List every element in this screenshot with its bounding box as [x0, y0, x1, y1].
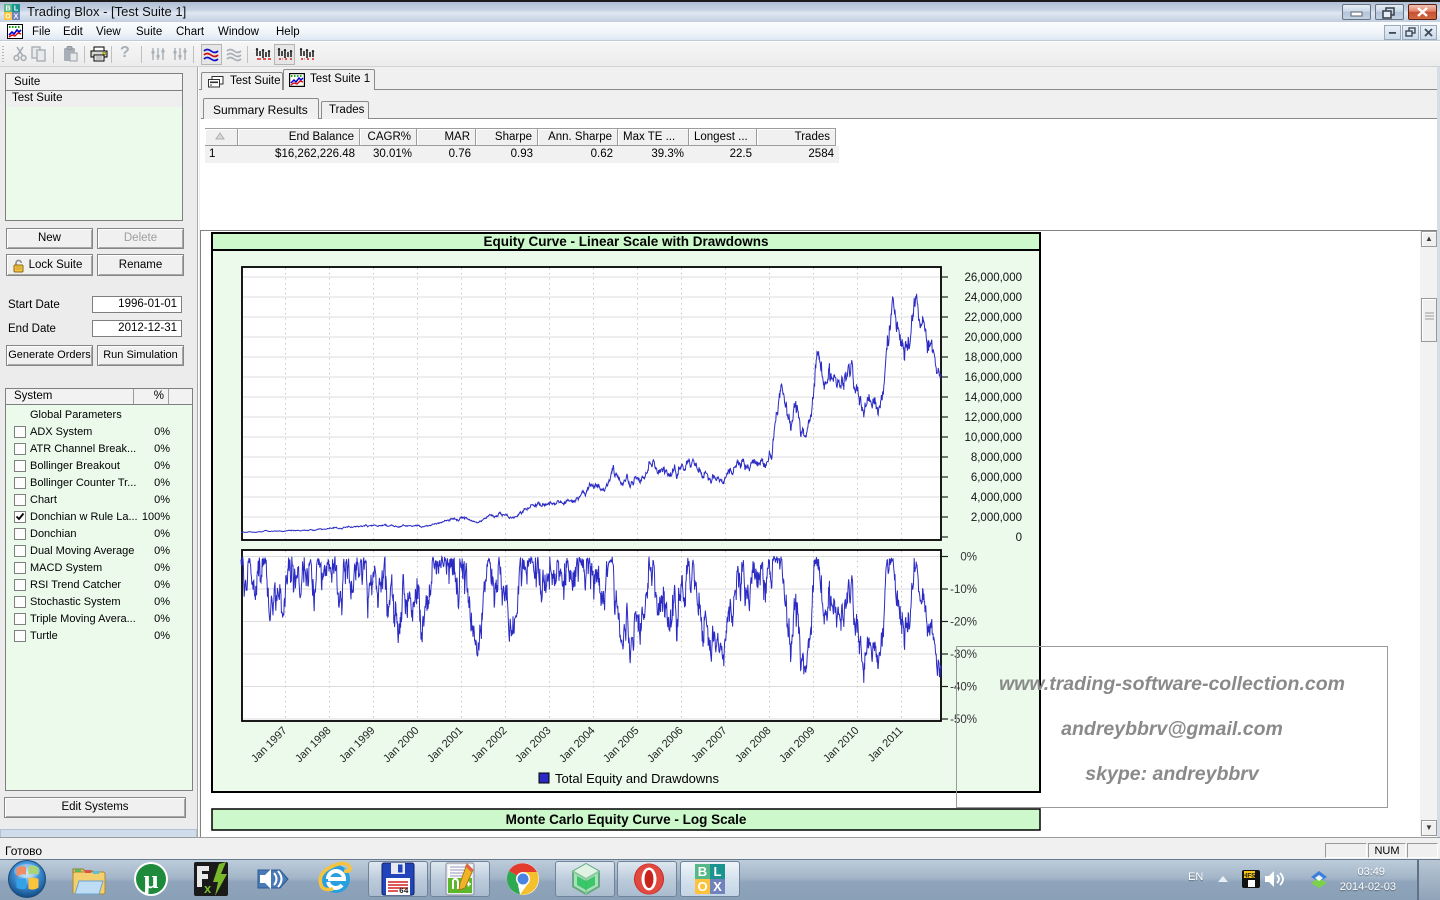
svg-text:18,000,000: 18,000,000: [964, 352, 1022, 364]
svg-text:8,000,000: 8,000,000: [971, 452, 1022, 464]
svg-text:µ: µ: [144, 865, 159, 894]
svg-text:6,000,000: 6,000,000: [971, 472, 1022, 484]
svg-text:-20%: -20%: [950, 617, 977, 629]
svg-text:14,000,000: 14,000,000: [964, 392, 1022, 404]
svg-text:0%: 0%: [960, 552, 977, 564]
svg-text:4,000,000: 4,000,000: [971, 492, 1022, 504]
svg-text:2,000,000: 2,000,000: [971, 512, 1022, 524]
svg-text:16,000,000: 16,000,000: [964, 372, 1022, 384]
svg-text:22,000,000: 22,000,000: [964, 312, 1022, 324]
svg-text:10,000,000: 10,000,000: [964, 432, 1022, 444]
svg-text:24,000,000: 24,000,000: [964, 292, 1022, 304]
svg-text:B: B: [698, 864, 707, 879]
svg-text:x: x: [204, 881, 212, 896]
svg-text:L: L: [714, 864, 722, 879]
svg-text:O: O: [697, 879, 707, 894]
svg-text:Total Equity and Drawdowns: Total Equity and Drawdowns: [555, 771, 720, 786]
svg-text:HFS: HFS: [1243, 873, 1257, 880]
svg-text:26,000,000: 26,000,000: [964, 272, 1022, 284]
svg-text:12,000,000: 12,000,000: [964, 412, 1022, 424]
svg-text:-10%: -10%: [950, 584, 977, 596]
svg-text:X: X: [713, 879, 722, 894]
svg-text:0: 0: [1016, 532, 1022, 544]
svg-text:20,000,000: 20,000,000: [964, 332, 1022, 344]
svg-text:Monte Carlo Equity Curve - Log: Monte Carlo Equity Curve - Log Scale: [506, 812, 747, 827]
svg-text:64: 64: [399, 887, 409, 896]
svg-text:Equity Curve - Linear Scale wi: Equity Curve - Linear Scale with Drawdow…: [483, 234, 768, 249]
